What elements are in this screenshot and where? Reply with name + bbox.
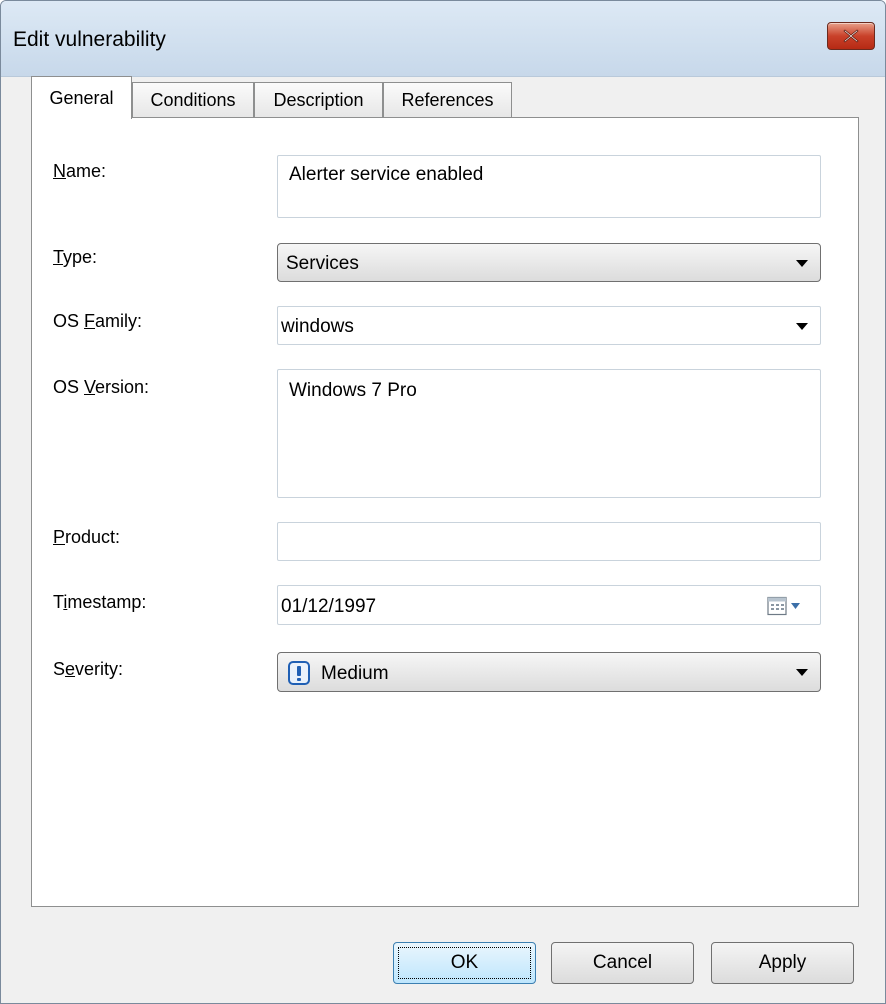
- exclamation-icon: [288, 661, 310, 691]
- tab-references-label: References: [401, 90, 494, 110]
- timestamp-value: 01/12/1997: [281, 596, 377, 617]
- os-family-label: OS Family:: [53, 311, 143, 331]
- edit-vulnerability-dialog: Edit vulnerability General Conditions De…: [0, 0, 886, 1004]
- os-version-value: Windows 7 Pro: [289, 380, 417, 401]
- focus-rectangle: [398, 947, 531, 979]
- tab-conditions-label: Conditions: [150, 90, 236, 110]
- general-tab-panel: [31, 117, 859, 907]
- window-title: Edit vulnerability: [13, 28, 166, 51]
- tab-description-label: Description: [273, 90, 364, 110]
- type-value: Services: [286, 253, 359, 274]
- chevron-down-icon: [796, 669, 808, 676]
- tab-conditions[interactable]: Conditions: [132, 82, 254, 118]
- name-label: Name:: [53, 161, 107, 181]
- severity-label: Severity:: [53, 659, 124, 679]
- tab-references[interactable]: References: [383, 82, 512, 118]
- severity-select[interactable]: Medium: [277, 652, 821, 692]
- ok-button[interactable]: OK: [393, 942, 536, 984]
- type-label: Type:: [53, 247, 98, 267]
- timestamp-label: Timestamp:: [53, 592, 147, 612]
- tab-general-label: General: [49, 87, 114, 108]
- type-select[interactable]: Services: [277, 243, 821, 282]
- calendar-icon[interactable]: [767, 596, 805, 622]
- tab-description[interactable]: Description: [254, 82, 383, 118]
- cancel-button-label: Cancel: [592, 952, 653, 973]
- chevron-down-icon: [796, 322, 808, 330]
- cancel-button[interactable]: Cancel: [551, 942, 694, 984]
- os-family-select[interactable]: windows: [277, 306, 821, 345]
- name-value: Alerter service enabled: [289, 164, 484, 185]
- tab-general[interactable]: General: [31, 76, 132, 119]
- title-bar: Edit vulnerability: [1, 1, 885, 77]
- timestamp-field[interactable]: 01/12/1997: [277, 585, 821, 625]
- os-version-label: OS Version:: [53, 377, 150, 397]
- apply-button[interactable]: Apply: [711, 942, 854, 984]
- chevron-down-icon: [796, 259, 808, 267]
- product-field[interactable]: [277, 522, 821, 561]
- apply-button-label: Apply: [758, 952, 807, 973]
- name-field[interactable]: Alerter service enabled: [277, 155, 821, 218]
- os-family-value: windows: [281, 316, 354, 337]
- close-button[interactable]: [827, 22, 875, 50]
- product-label: Product:: [53, 527, 121, 547]
- severity-value: Medium: [321, 663, 389, 684]
- os-version-field[interactable]: Windows 7 Pro: [277, 369, 821, 498]
- close-icon: [843, 29, 859, 43]
